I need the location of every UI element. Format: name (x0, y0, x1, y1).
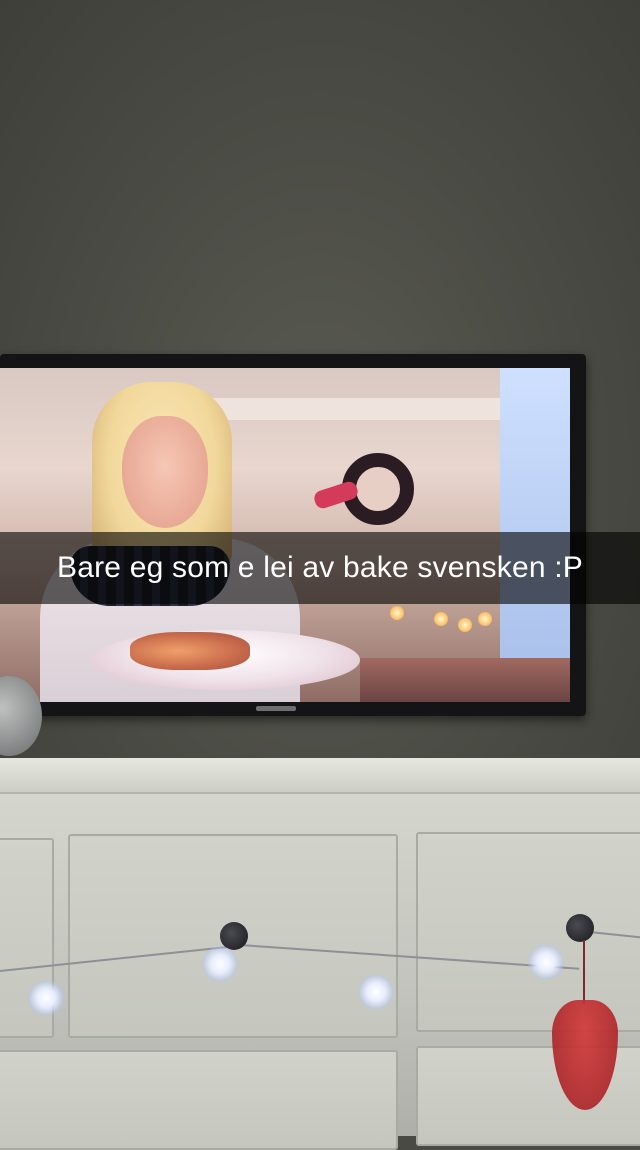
scene-candle (478, 612, 492, 626)
scene-food (130, 632, 250, 670)
snap-photo[interactable]: Bare eg som e lei av bake svensken :P (0, 0, 640, 1150)
scene-candle (390, 606, 404, 620)
light-clip (566, 914, 594, 942)
cabinet-top (0, 758, 640, 794)
string-light-bulb (28, 980, 64, 1016)
scene-person-face (122, 416, 208, 528)
scene-table (360, 658, 570, 702)
scene-candle (434, 612, 448, 626)
drawer (0, 1050, 398, 1150)
snap-caption-text: Bare eg som e lei av bake svensken :P (56, 551, 583, 584)
scene-candle (458, 618, 472, 632)
string-light-bulb (202, 946, 238, 982)
string-light-bulb (358, 974, 394, 1010)
snap-caption-bar[interactable]: Bare eg som e lei av bake svensken :P (0, 532, 640, 604)
scene-shelf (200, 398, 510, 420)
heart-string (583, 940, 585, 1004)
string-light-bulb (528, 944, 564, 980)
tv-brand-logo (256, 706, 296, 711)
